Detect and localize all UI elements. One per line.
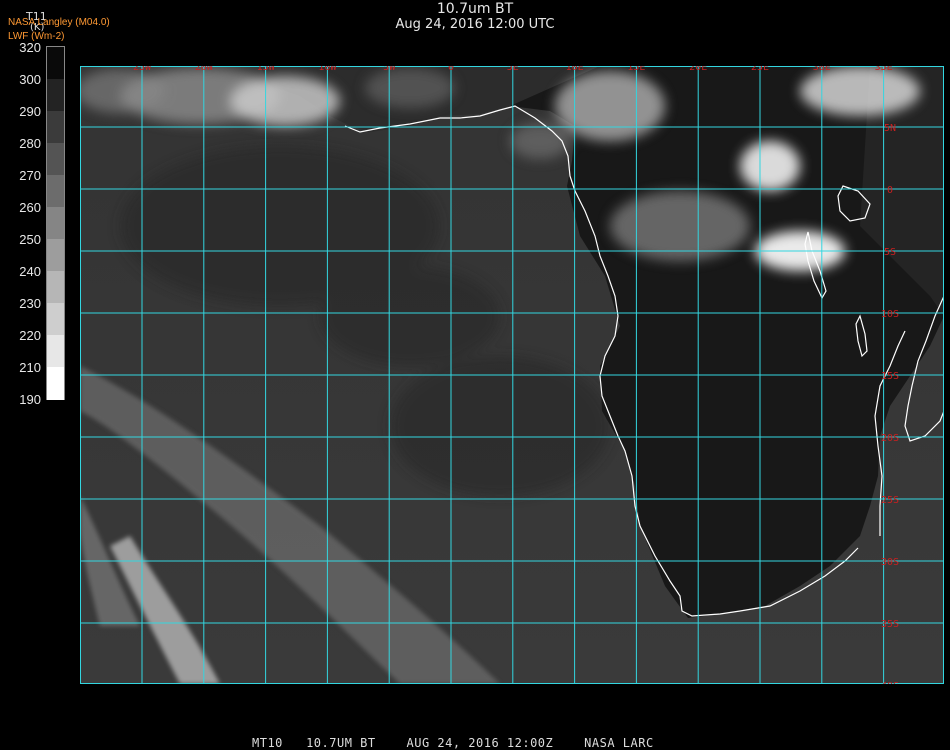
colorbar-tick-label: 260 (19, 200, 41, 215)
colorbar-tick-label: 270 (19, 168, 41, 183)
longitude-label: 25W (133, 66, 152, 73)
image-title: 10.7um BT (436, 1, 514, 17)
colorbar-tick-label: 320 (19, 40, 41, 55)
colorbar-tick-label: 240 (19, 264, 41, 279)
colorbar-tick-label: 190 (19, 392, 41, 407)
longitude-label: 30E (813, 66, 831, 73)
longitude-label: 10E (566, 66, 584, 73)
latitude-label: 30S (881, 557, 899, 568)
colorbar-segment (47, 47, 64, 80)
latitude-label: 5N (884, 123, 896, 134)
latitude-label: 5S (884, 247, 896, 258)
colorbar-segment (47, 239, 64, 272)
satellite-map[interactable]: 25W 20W 15W 10W 5W 0 5E 10E 15E 20E 25E 30E 35E 5N 0 5… (80, 66, 944, 684)
map-canvas: 25W 20W 15W 10W 5W 0 5E 10E 15E 20E 25E 30E 35E 5N 0 5… (80, 66, 944, 684)
colorbar-tick-label: 280 (19, 136, 41, 151)
longitude-label: 20W (195, 66, 214, 73)
colorbar-segment (47, 143, 64, 176)
colorbar-segment (47, 111, 64, 144)
colorbar-tick-label: 300 (19, 72, 41, 87)
latitude-label: 40S (881, 681, 899, 684)
longitude-label: 15E (627, 66, 645, 73)
latitude-label: 0 (887, 185, 893, 196)
colorbar-segment (47, 303, 64, 336)
colorbar-tick-label: 210 (19, 360, 41, 375)
latitude-label: 20S (881, 433, 899, 444)
longitude-label: 5E (507, 66, 519, 73)
longitude-label: 5W (383, 66, 396, 73)
colorbar-tick-label: 220 (19, 328, 41, 343)
colorbar-segment (47, 335, 64, 368)
latitude-label: 15S (881, 371, 899, 382)
longitude-label: 25E (751, 66, 769, 73)
longitude-label: 0 (448, 66, 454, 73)
credit-source: NASA Langley (M04.0) (8, 17, 110, 28)
longitude-label: 15W (257, 66, 276, 73)
colorbar (46, 46, 65, 400)
colorbar-segment (47, 175, 64, 208)
colorbar-tick-label: 290 (19, 104, 41, 119)
latitude-label: 10S (881, 309, 899, 320)
colorbar-segment (47, 207, 64, 240)
colorbar-segment (47, 79, 64, 112)
colorbar-tick-label: 250 (19, 232, 41, 247)
latitude-label: 35S (881, 619, 899, 630)
colorbar-segment (47, 367, 64, 400)
latitude-label: 25S (881, 495, 899, 506)
colorbar-tick-label: 230 (19, 296, 41, 311)
colorbar-segment (47, 271, 64, 304)
image-datetime: Aug 24, 2016 12:00 UTC (395, 17, 555, 32)
longitude-label: 35E (875, 66, 893, 73)
longitude-label: 10W (318, 66, 337, 73)
footer-caption: MT10 10.7UM BT AUG 24, 2016 12:00Z NASA … (252, 736, 654, 750)
longitude-label: 20E (689, 66, 707, 73)
